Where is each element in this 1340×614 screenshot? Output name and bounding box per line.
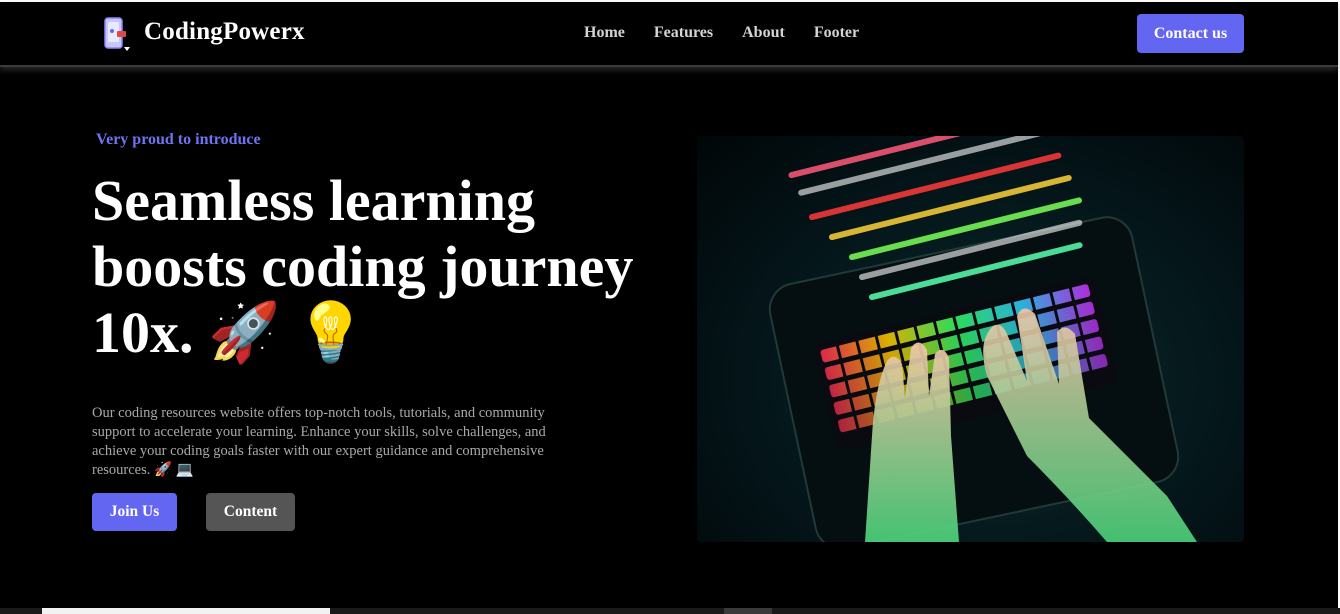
nav-links: Home Features About Footer (584, 24, 888, 42)
hero-description: Our coding resources website offers top-… (92, 404, 546, 478)
hero-image (697, 136, 1244, 542)
headline-line-2: boosts coding journey (92, 234, 634, 299)
phone-logo-icon[interactable] (103, 17, 131, 53)
navbar: CodingPowerx Home Features About Footer … (0, 2, 1338, 67)
nav-link-about[interactable]: About (742, 24, 785, 42)
nav-link-home[interactable]: Home (584, 24, 625, 42)
hero-eyebrow: Very proud to introduce (96, 131, 261, 148)
hero-headline: Seamless learning boosts coding journey … (92, 168, 672, 366)
headline-line-3: 10x. (92, 300, 194, 365)
content-button[interactable]: Content (206, 493, 295, 531)
keyboard-hands-illustration (768, 136, 1197, 542)
next-section-card (42, 608, 330, 614)
brand-name[interactable]: CodingPowerx (144, 18, 305, 46)
next-section-card-2 (724, 608, 772, 614)
join-us-button[interactable]: Join Us (92, 493, 177, 531)
nav-link-features[interactable]: Features (654, 24, 713, 42)
headline-emojis: 🚀 💡 (208, 300, 367, 365)
contact-us-button[interactable]: Contact us (1137, 14, 1244, 53)
headline-line-1: Seamless learning (92, 168, 536, 233)
nav-link-footer[interactable]: Footer (814, 24, 859, 42)
